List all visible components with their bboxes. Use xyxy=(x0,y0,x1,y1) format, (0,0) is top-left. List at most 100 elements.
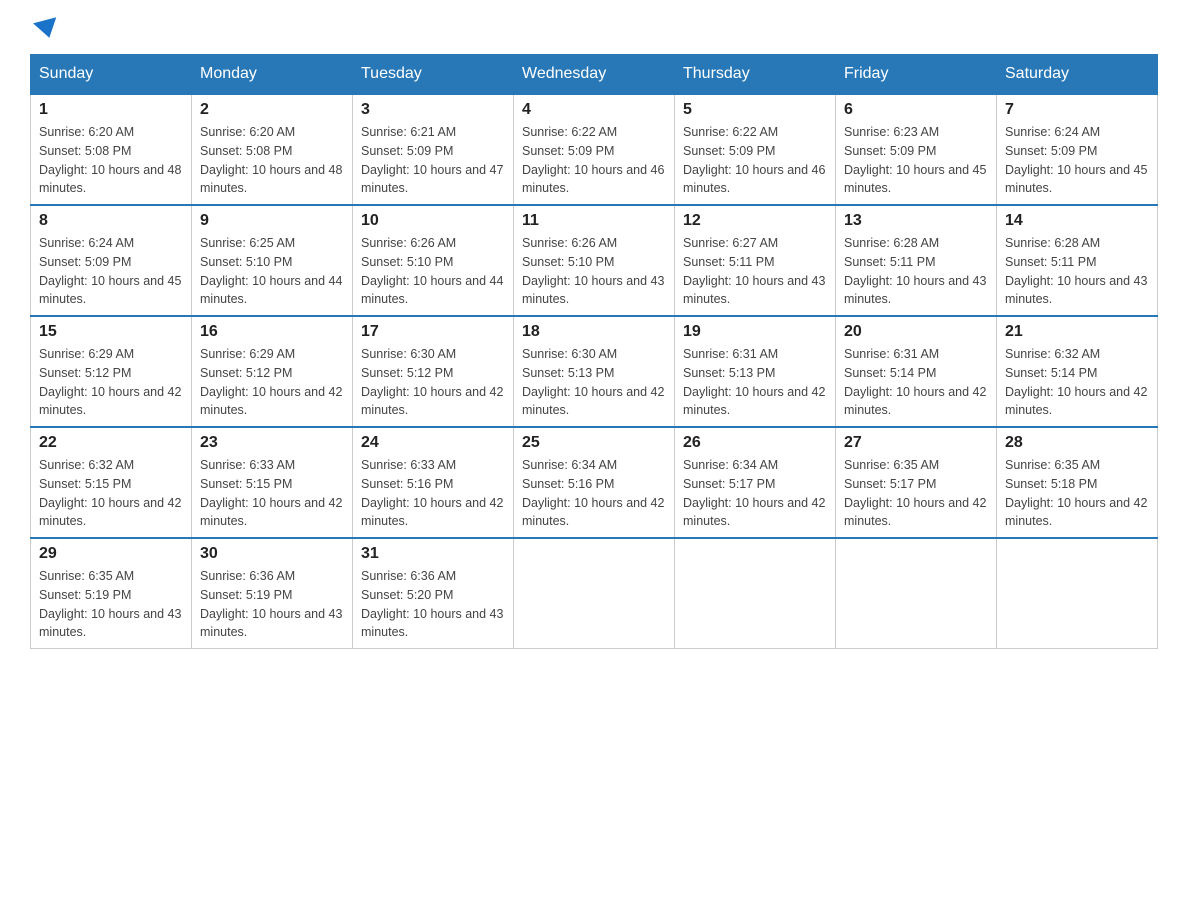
header-monday: Monday xyxy=(192,55,353,95)
week-row-2: 8 Sunrise: 6:24 AMSunset: 5:09 PMDaylight… xyxy=(31,205,1158,316)
calendar-cell: 21 Sunrise: 6:32 AMSunset: 5:14 PMDayligh… xyxy=(997,316,1158,427)
day-number: 1 xyxy=(39,101,183,119)
calendar-cell: 17 Sunrise: 6:30 AMSunset: 5:12 PMDayligh… xyxy=(353,316,514,427)
week-row-1: 1 Sunrise: 6:20 AMSunset: 5:08 PMDaylight… xyxy=(31,94,1158,205)
day-number: 18 xyxy=(522,323,666,341)
calendar-cell: 19Sunrise: 6:31 AMSunset: 5:13 PMDayligh… xyxy=(675,316,836,427)
day-number: 22 xyxy=(39,434,183,452)
day-number: 27 xyxy=(844,434,988,452)
calendar-cell: 3Sunrise: 6:21 AMSunset: 5:09 PMDaylight… xyxy=(353,94,514,205)
day-number: 21 xyxy=(1005,323,1149,341)
calendar-cell: 11 Sunrise: 6:26 AMSunset: 5:10 PMDayligh… xyxy=(514,205,675,316)
calendar-cell: 15 Sunrise: 6:29 AMSunset: 5:12 PMDayligh… xyxy=(31,316,192,427)
logo-triangle-icon xyxy=(33,17,61,41)
day-info: Sunrise: 6:22 AMSunset: 5:09 PMDaylight:… xyxy=(683,123,827,198)
day-info: Sunrise: 6:35 AMSunset: 5:19 PMDaylight:… xyxy=(39,567,183,642)
calendar-cell: 4 Sunrise: 6:22 AMSunset: 5:09 PMDaylight… xyxy=(514,94,675,205)
day-info: Sunrise: 6:20 AMSunset: 5:08 PMDaylight:… xyxy=(200,123,344,198)
calendar-cell: 1 Sunrise: 6:20 AMSunset: 5:08 PMDaylight… xyxy=(31,94,192,205)
day-number: 15 xyxy=(39,323,183,341)
day-number: 6 xyxy=(844,101,988,119)
header-wednesday: Wednesday xyxy=(514,55,675,95)
calendar-cell: 12Sunrise: 6:27 AMSunset: 5:11 PMDayligh… xyxy=(675,205,836,316)
calendar-cell: 23 Sunrise: 6:33 AMSunset: 5:15 PMDayligh… xyxy=(192,427,353,538)
day-info: Sunrise: 6:22 AMSunset: 5:09 PMDaylight:… xyxy=(522,123,666,198)
calendar-cell: 2 Sunrise: 6:20 AMSunset: 5:08 PMDaylight… xyxy=(192,94,353,205)
day-number: 29 xyxy=(39,545,183,563)
calendar-cell: 22 Sunrise: 6:32 AMSunset: 5:15 PMDayligh… xyxy=(31,427,192,538)
day-number: 19 xyxy=(683,323,827,341)
day-info: Sunrise: 6:33 AMSunset: 5:16 PMDaylight:… xyxy=(361,456,505,531)
calendar-cell: 8 Sunrise: 6:24 AMSunset: 5:09 PMDaylight… xyxy=(31,205,192,316)
day-number: 3 xyxy=(361,101,505,119)
calendar-cell: 10 Sunrise: 6:26 AMSunset: 5:10 PMDayligh… xyxy=(353,205,514,316)
day-info: Sunrise: 6:30 AMSunset: 5:13 PMDaylight:… xyxy=(522,345,666,420)
day-number: 5 xyxy=(683,101,827,119)
calendar-cell: 16 Sunrise: 6:29 AMSunset: 5:12 PMDayligh… xyxy=(192,316,353,427)
calendar-cell: 7Sunrise: 6:24 AMSunset: 5:09 PMDaylight… xyxy=(997,94,1158,205)
day-number: 10 xyxy=(361,212,505,230)
day-number: 11 xyxy=(522,212,666,230)
calendar-cell xyxy=(997,538,1158,649)
day-number: 8 xyxy=(39,212,183,230)
day-number: 23 xyxy=(200,434,344,452)
calendar-cell: 6Sunrise: 6:23 AMSunset: 5:09 PMDaylight… xyxy=(836,94,997,205)
calendar-cell: 9 Sunrise: 6:25 AMSunset: 5:10 PMDaylight… xyxy=(192,205,353,316)
day-number: 16 xyxy=(200,323,344,341)
day-number: 24 xyxy=(361,434,505,452)
day-info: Sunrise: 6:29 AMSunset: 5:12 PMDaylight:… xyxy=(200,345,344,420)
day-info: Sunrise: 6:30 AMSunset: 5:12 PMDaylight:… xyxy=(361,345,505,420)
day-number: 25 xyxy=(522,434,666,452)
calendar-cell: 30 Sunrise: 6:36 AMSunset: 5:19 PMDayligh… xyxy=(192,538,353,649)
day-info: Sunrise: 6:34 AMSunset: 5:16 PMDaylight:… xyxy=(522,456,666,531)
calendar-cell: 25 Sunrise: 6:34 AMSunset: 5:16 PMDayligh… xyxy=(514,427,675,538)
calendar-cell: 29 Sunrise: 6:35 AMSunset: 5:19 PMDayligh… xyxy=(31,538,192,649)
day-info: Sunrise: 6:32 AMSunset: 5:15 PMDaylight:… xyxy=(39,456,183,531)
page-header xyxy=(30,20,1158,38)
day-info: Sunrise: 6:34 AMSunset: 5:17 PMDaylight:… xyxy=(683,456,827,531)
day-info: Sunrise: 6:24 AMSunset: 5:09 PMDaylight:… xyxy=(39,234,183,309)
day-info: Sunrise: 6:26 AMSunset: 5:10 PMDaylight:… xyxy=(361,234,505,309)
day-info: Sunrise: 6:31 AMSunset: 5:14 PMDaylight:… xyxy=(844,345,988,420)
day-number: 28 xyxy=(1005,434,1149,452)
day-number: 9 xyxy=(200,212,344,230)
day-number: 17 xyxy=(361,323,505,341)
calendar-cell: 18 Sunrise: 6:30 AMSunset: 5:13 PMDayligh… xyxy=(514,316,675,427)
calendar-cell: 27 Sunrise: 6:35 AMSunset: 5:17 PMDayligh… xyxy=(836,427,997,538)
calendar-table: SundayMondayTuesdayWednesdayThursdayFrid… xyxy=(30,54,1158,649)
calendar-cell: 28Sunrise: 6:35 AMSunset: 5:18 PMDayligh… xyxy=(997,427,1158,538)
calendar-cell: 14 Sunrise: 6:28 AMSunset: 5:11 PMDayligh… xyxy=(997,205,1158,316)
day-info: Sunrise: 6:28 AMSunset: 5:11 PMDaylight:… xyxy=(844,234,988,309)
day-info: Sunrise: 6:20 AMSunset: 5:08 PMDaylight:… xyxy=(39,123,183,198)
day-info: Sunrise: 6:36 AMSunset: 5:19 PMDaylight:… xyxy=(200,567,344,642)
logo xyxy=(30,20,59,38)
day-info: Sunrise: 6:25 AMSunset: 5:10 PMDaylight:… xyxy=(200,234,344,309)
calendar-cell: 26Sunrise: 6:34 AMSunset: 5:17 PMDayligh… xyxy=(675,427,836,538)
day-info: Sunrise: 6:32 AMSunset: 5:14 PMDaylight:… xyxy=(1005,345,1149,420)
day-info: Sunrise: 6:27 AMSunset: 5:11 PMDaylight:… xyxy=(683,234,827,309)
header-saturday: Saturday xyxy=(997,55,1158,95)
calendar-cell: 13 Sunrise: 6:28 AMSunset: 5:11 PMDayligh… xyxy=(836,205,997,316)
header-thursday: Thursday xyxy=(675,55,836,95)
calendar-cell: 5 Sunrise: 6:22 AMSunset: 5:09 PMDaylight… xyxy=(675,94,836,205)
day-number: 2 xyxy=(200,101,344,119)
day-number: 13 xyxy=(844,212,988,230)
day-info: Sunrise: 6:33 AMSunset: 5:15 PMDaylight:… xyxy=(200,456,344,531)
day-number: 30 xyxy=(200,545,344,563)
header-sunday: Sunday xyxy=(31,55,192,95)
header-friday: Friday xyxy=(836,55,997,95)
calendar-cell xyxy=(514,538,675,649)
header-tuesday: Tuesday xyxy=(353,55,514,95)
day-number: 4 xyxy=(522,101,666,119)
day-number: 14 xyxy=(1005,212,1149,230)
calendar-cell: 20Sunrise: 6:31 AMSunset: 5:14 PMDayligh… xyxy=(836,316,997,427)
day-info: Sunrise: 6:28 AMSunset: 5:11 PMDaylight:… xyxy=(1005,234,1149,309)
day-info: Sunrise: 6:35 AMSunset: 5:17 PMDaylight:… xyxy=(844,456,988,531)
day-info: Sunrise: 6:26 AMSunset: 5:10 PMDaylight:… xyxy=(522,234,666,309)
week-row-5: 29 Sunrise: 6:35 AMSunset: 5:19 PMDayligh… xyxy=(31,538,1158,649)
day-info: Sunrise: 6:29 AMSunset: 5:12 PMDaylight:… xyxy=(39,345,183,420)
day-number: 31 xyxy=(361,545,505,563)
calendar-cell: 31Sunrise: 6:36 AMSunset: 5:20 PMDayligh… xyxy=(353,538,514,649)
calendar-cell: 24 Sunrise: 6:33 AMSunset: 5:16 PMDayligh… xyxy=(353,427,514,538)
header-row: SundayMondayTuesdayWednesdayThursdayFrid… xyxy=(31,55,1158,95)
